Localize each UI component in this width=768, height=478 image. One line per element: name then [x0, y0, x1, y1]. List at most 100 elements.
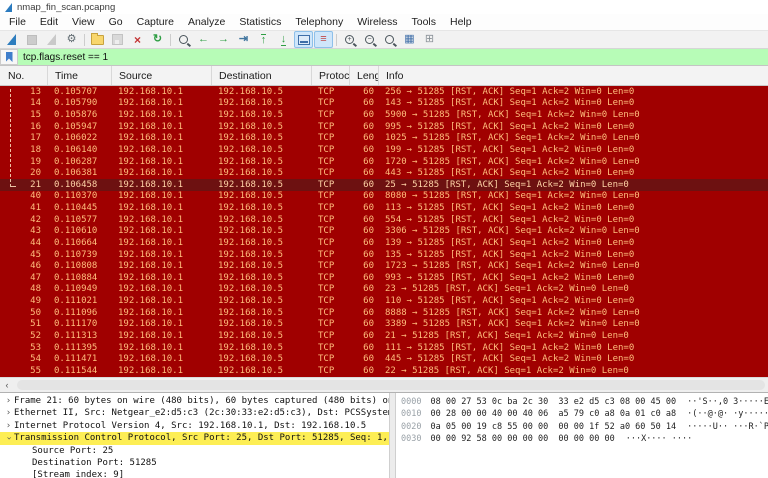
column-header-destination[interactable]: Destination — [212, 66, 312, 85]
close-icon: × — [133, 32, 141, 47]
find-packet-icon[interactable] — [174, 31, 193, 48]
cell-source: 192.168.10.1 — [118, 144, 184, 155]
packet-row[interactable]: 55 0.111544 192.168.10.1 192.168.10.5 TCP 60 2… — [0, 365, 768, 377]
go-first-icon[interactable]: ↑ — [254, 31, 273, 48]
packet-row[interactable]: 13 0.105707 192.168.10.1 192.168.10.5 TCP 60 2… — [0, 86, 768, 98]
packet-row[interactable]: 50 0.111096 192.168.10.1 192.168.10.5 TCP 60 8… — [0, 307, 768, 319]
menu-item-edit[interactable]: Edit — [33, 16, 65, 28]
title-bar: nmap_fin_scan.pcapng — [0, 0, 768, 14]
column-header-protocol[interactable]: Protocol — [312, 66, 350, 85]
hex-row[interactable]: 0000 08 00 27 53 0c ba 2c 30 33 e2 d5 c3 … — [401, 396, 768, 408]
display-filter-input[interactable]: tcp.flags.reset == 1 — [18, 49, 768, 65]
column-header-no[interactable]: No. — [0, 66, 48, 85]
hex-row[interactable]: 0030 00 00 92 58 00 00 00 00 00 00 00 00 ·… — [401, 433, 768, 445]
menu-item-help[interactable]: Help — [443, 16, 479, 28]
scroll-left-arrow[interactable]: ‹ — [0, 379, 14, 391]
cell-no: 17 — [30, 133, 41, 144]
cell-time: 0.111021 — [54, 296, 98, 307]
column-header-lengtl[interactable]: Lengtl — [350, 66, 379, 85]
resize-columns-icon[interactable]: ▦ — [400, 31, 419, 48]
menu-item-analyze[interactable]: Analyze — [181, 16, 232, 28]
column-header-time[interactable]: Time — [48, 66, 112, 85]
menu-item-wireless[interactable]: Wireless — [350, 16, 404, 28]
detail-line[interactable]: Destination Port: 51285 — [0, 457, 389, 469]
cell-no: 46 — [30, 261, 41, 272]
horizontal-scrollbar[interactable]: ‹ — [0, 377, 768, 392]
packet-row[interactable]: 19 0.106287 192.168.10.1 192.168.10.5 TCP 60 1… — [0, 156, 768, 168]
packet-row[interactable]: 40 0.110370 192.168.10.1 192.168.10.5 TCP 60 8… — [0, 191, 768, 203]
packet-row[interactable]: 21 0.106458 192.168.10.1 192.168.10.5 TCP 60 2… — [0, 179, 768, 191]
packet-row[interactable]: 17 0.106022 192.168.10.1 192.168.10.5 TCP 60 1… — [0, 133, 768, 145]
go-forward-icon[interactable]: → — [214, 31, 233, 48]
packet-row[interactable]: 53 0.111395 192.168.10.1 192.168.10.5 TCP 60 1… — [0, 342, 768, 354]
expand-arrow-icon[interactable]: › — [3, 407, 14, 419]
cell-no: 51 — [30, 319, 41, 330]
close-file-icon[interactable]: × — [128, 31, 147, 48]
packet-row[interactable]: 20 0.106381 192.168.10.1 192.168.10.5 TCP 60 4… — [0, 167, 768, 179]
go-last-icon[interactable]: ↓ — [274, 31, 293, 48]
cell-info: 3306 → 51285 [RST, ACK] Seq=1 Ack=2 Win=… — [385, 226, 640, 237]
menu-item-telephony[interactable]: Telephony — [288, 16, 350, 28]
open-file-icon[interactable] — [88, 31, 107, 48]
filter-bookmark-button[interactable] — [0, 49, 18, 65]
packet-row[interactable]: 51 0.111170 192.168.10.1 192.168.10.5 TCP 60 3… — [0, 319, 768, 331]
packet-row[interactable]: 48 0.110949 192.168.10.1 192.168.10.5 TCP 60 2… — [0, 284, 768, 296]
packet-row[interactable]: 18 0.106140 192.168.10.1 192.168.10.5 TCP 60 1… — [0, 144, 768, 156]
expand-arrow-icon[interactable]: › — [3, 420, 14, 432]
menu-item-file[interactable]: File — [2, 16, 33, 28]
packet-row[interactable]: 16 0.105947 192.168.10.1 192.168.10.5 TCP 60 9… — [0, 121, 768, 133]
zoom-out-icon[interactable]: − — [360, 31, 379, 48]
packet-row[interactable]: 46 0.110808 192.168.10.1 192.168.10.5 TCP 60 1… — [0, 260, 768, 272]
packet-row[interactable]: 14 0.105790 192.168.10.1 192.168.10.5 TCP 60 1… — [0, 98, 768, 110]
packet-row[interactable]: 15 0.105876 192.168.10.1 192.168.10.5 TCP 60 5… — [0, 109, 768, 121]
packet-row[interactable]: 41 0.110445 192.168.10.1 192.168.10.5 TCP 60 1… — [0, 202, 768, 214]
reload-icon[interactable]: ↻ — [148, 31, 167, 48]
detail-line[interactable]: Source Port: 25 — [0, 445, 389, 457]
packet-row[interactable]: 54 0.111471 192.168.10.1 192.168.10.5 TCP 60 4… — [0, 353, 768, 365]
packet-row[interactable]: 43 0.110610 192.168.10.1 192.168.10.5 TCP 60 3… — [0, 226, 768, 238]
pane-splitter[interactable] — [389, 393, 396, 478]
hex-row[interactable]: 0010 00 28 00 00 40 00 40 06 a5 79 c0 a8 … — [401, 408, 768, 420]
expand-arrow-icon[interactable]: › — [3, 395, 14, 407]
menu-item-tools[interactable]: Tools — [404, 16, 443, 28]
menu-item-statistics[interactable]: Statistics — [232, 16, 288, 28]
packet-row[interactable]: 47 0.110884 192.168.10.1 192.168.10.5 TCP 60 9… — [0, 272, 768, 284]
hex-row[interactable]: 0020 0a 05 00 19 c8 55 00 00 00 00 1f 52 … — [401, 421, 768, 433]
packet-row[interactable]: 49 0.111021 192.168.10.1 192.168.10.5 TCP 60 1… — [0, 295, 768, 307]
zoom-in-icon[interactable]: + — [340, 31, 359, 48]
capture-options-icon[interactable]: ⚙ — [62, 31, 81, 48]
column-header-source[interactable]: Source — [112, 66, 212, 85]
detail-line[interactable]: › Transmission Control Protocol, Src Port… — [0, 432, 389, 445]
menu-item-capture[interactable]: Capture — [130, 16, 181, 28]
menu-item-view[interactable]: View — [65, 16, 102, 28]
zoom-reset-icon[interactable] — [380, 31, 399, 48]
cell-info: 256 → 51285 [RST, ACK] Seq=1 Ack=2 Win=0… — [385, 86, 635, 97]
save-file-icon[interactable] — [108, 31, 127, 48]
packet-row[interactable]: 45 0.110739 192.168.10.1 192.168.10.5 TCP 60 1… — [0, 249, 768, 261]
cell-time: 0.111170 — [54, 319, 98, 330]
cell-no: 41 — [30, 203, 41, 214]
go-to-packet-icon[interactable]: ⇥ — [234, 31, 253, 48]
packet-row[interactable]: 44 0.110664 192.168.10.1 192.168.10.5 TCP 60 1… — [0, 237, 768, 249]
packet-row[interactable]: 42 0.110577 192.168.10.1 192.168.10.5 TCP 60 5… — [0, 214, 768, 226]
detail-line[interactable]: › Ethernet II, Src: Netgear_e2:d5:c3 (2c:… — [0, 407, 389, 419]
auto-scroll-icon[interactable] — [294, 31, 313, 48]
start-capture-icon[interactable] — [2, 31, 21, 48]
stop-capture-icon[interactable] — [22, 31, 41, 48]
cell-info: 1025 → 51285 [RST, ACK] Seq=1 Ack=2 Win=… — [385, 133, 640, 144]
go-back-icon[interactable]: ← — [194, 31, 213, 48]
detail-line[interactable]: › Frame 21: 60 bytes on wire (480 bits), … — [0, 395, 389, 407]
colorize-icon[interactable]: ≡ — [314, 31, 333, 48]
scrollbar-track[interactable] — [17, 380, 765, 390]
menu-item-go[interactable]: Go — [102, 16, 130, 28]
detail-line[interactable]: › Internet Protocol Version 4, Src: 192.1… — [0, 420, 389, 432]
packet-row[interactable]: 52 0.111313 192.168.10.1 192.168.10.5 TCP 60 2… — [0, 330, 768, 342]
cell-time: 0.110739 — [54, 249, 98, 260]
column-header-info[interactable]: Info — [379, 66, 768, 85]
restart-capture-icon[interactable] — [42, 31, 61, 48]
collapse-arrow-icon[interactable]: › — [2, 433, 14, 444]
cell-length: 60 — [363, 156, 374, 167]
detail-line[interactable]: [Stream index: 9] — [0, 469, 389, 478]
reset-layout-icon[interactable]: ⊞ — [420, 31, 439, 48]
cell-length: 60 — [363, 98, 374, 109]
